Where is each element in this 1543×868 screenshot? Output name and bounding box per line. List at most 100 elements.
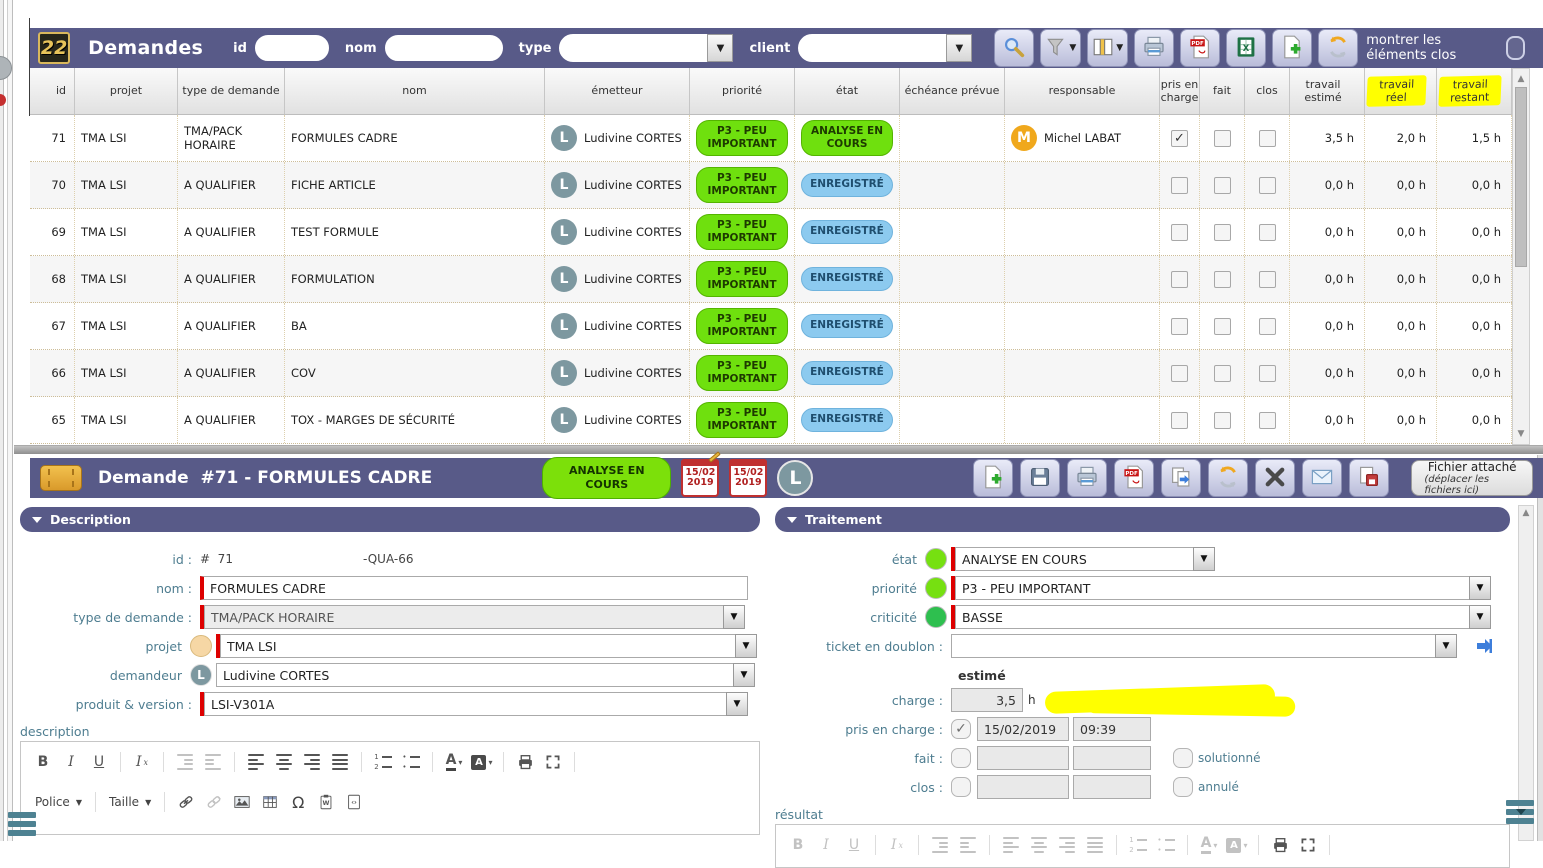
- maximize-icon[interactable]: [541, 750, 565, 774]
- scroll-up-icon[interactable]: ▲: [1513, 71, 1529, 87]
- refresh-button[interactable]: [1318, 29, 1358, 67]
- chevron-down-icon[interactable]: ▼: [723, 605, 745, 629]
- print-button[interactable]: [1134, 29, 1174, 67]
- align-right-icon[interactable]: [300, 750, 324, 774]
- text-color-icon[interactable]: A▾: [442, 750, 466, 774]
- new-item-button[interactable]: [1272, 29, 1312, 67]
- pris-checkbox[interactable]: ✓: [1171, 130, 1188, 147]
- underline-icon[interactable]: U: [842, 833, 866, 857]
- chevron-down-icon[interactable]: ▼: [735, 634, 757, 658]
- bullet-list-icon[interactable]: ••: [1154, 833, 1178, 857]
- col-nom[interactable]: nom: [285, 68, 545, 115]
- filter-nom-input[interactable]: [385, 35, 503, 61]
- col-clos[interactable]: clos: [1245, 68, 1290, 115]
- chevron-down-icon[interactable]: ▼: [733, 663, 755, 687]
- clos-date-input[interactable]: [977, 775, 1069, 799]
- solutionne-checkbox[interactable]: [1173, 748, 1193, 768]
- pdf-button[interactable]: PDF: [1114, 459, 1154, 497]
- col-responsable[interactable]: responsable: [1005, 68, 1160, 115]
- chevron-down-icon[interactable]: ▼: [946, 34, 972, 62]
- col-emetteur[interactable]: émetteur: [545, 68, 690, 115]
- excel-export-button[interactable]: X: [1226, 29, 1266, 67]
- clos-checkbox[interactable]: [951, 777, 971, 797]
- criticite-select[interactable]: BASSE ▼: [951, 605, 1491, 629]
- col-id[interactable]: id: [30, 68, 75, 115]
- fait-checkbox[interactable]: [1214, 271, 1231, 288]
- bullet-list-icon[interactable]: ••: [399, 750, 423, 774]
- pris-time-input[interactable]: [1073, 717, 1151, 741]
- col-echeance[interactable]: échéance prévue: [900, 68, 1005, 115]
- justify-icon[interactable]: [1083, 833, 1107, 857]
- filter-client-select[interactable]: ▼: [798, 34, 972, 62]
- print-icon[interactable]: [513, 750, 537, 774]
- clos-checkbox[interactable]: [1259, 271, 1276, 288]
- remove-format-icon[interactable]: Ix: [885, 833, 909, 857]
- fait-checkbox[interactable]: [1214, 224, 1231, 241]
- outdent-icon[interactable]: [956, 833, 980, 857]
- print-icon[interactable]: [1268, 833, 1292, 857]
- col-etat[interactable]: état: [795, 68, 900, 115]
- pdf-export-button[interactable]: PDF: [1180, 29, 1220, 67]
- fait-checkbox[interactable]: [1214, 130, 1231, 147]
- clos-checkbox[interactable]: [1259, 130, 1276, 147]
- fait-checkbox[interactable]: [1214, 365, 1231, 382]
- bg-color-icon[interactable]: A▾: [470, 750, 494, 774]
- description-editor[interactable]: B I U Ix 12 •• A▾ A▾ Police▼: [20, 741, 760, 835]
- col-travail-estime[interactable]: travail estimé: [1290, 68, 1365, 115]
- chevron-down-icon[interactable]: ▼: [726, 692, 748, 716]
- align-center-icon[interactable]: [1027, 833, 1051, 857]
- text-color-icon[interactable]: A▾: [1197, 833, 1221, 857]
- clos-checkbox[interactable]: [1259, 365, 1276, 382]
- table-icon[interactable]: [258, 790, 282, 814]
- show-closed-checkbox[interactable]: [1506, 36, 1525, 60]
- clos-checkbox[interactable]: [1259, 412, 1276, 429]
- chevron-down-icon[interactable]: ▼: [1435, 634, 1457, 658]
- clos-checkbox[interactable]: [1259, 224, 1276, 241]
- font-dropdown[interactable]: Police▼: [31, 795, 86, 809]
- col-fait[interactable]: fait: [1200, 68, 1245, 115]
- delete-button[interactable]: [1255, 459, 1295, 497]
- align-center-icon[interactable]: [272, 750, 296, 774]
- scroll-up-icon[interactable]: ▲: [1519, 508, 1533, 518]
- indent-icon[interactable]: [928, 833, 952, 857]
- demandeur-select[interactable]: Ludivine CORTES ▼: [216, 663, 755, 687]
- nom-input[interactable]: [200, 576, 748, 600]
- italic-icon[interactable]: I: [59, 750, 83, 774]
- description-section-header[interactable]: Description: [20, 507, 760, 532]
- chevron-down-icon[interactable]: ▼: [1469, 576, 1491, 600]
- pris-checkbox[interactable]: [1171, 365, 1188, 382]
- clos-time-input[interactable]: [1073, 775, 1151, 799]
- justify-icon[interactable]: [328, 750, 352, 774]
- export-copy-button[interactable]: [1349, 459, 1389, 497]
- table-row[interactable]: 70 TMA LSI A QUALIFIER FICHE ARTICLE LLu…: [30, 162, 1512, 209]
- source-icon[interactable]: ‹›: [342, 790, 366, 814]
- filter-id-input[interactable]: [255, 35, 329, 61]
- traitement-section-header[interactable]: Traitement: [775, 507, 1510, 532]
- panel-splitter[interactable]: [14, 445, 1543, 454]
- bold-icon[interactable]: B: [786, 833, 810, 857]
- detail-scrollbar[interactable]: ▲: [1518, 505, 1534, 841]
- align-left-icon[interactable]: [999, 833, 1023, 857]
- col-travail-restant[interactable]: travail restant: [1437, 68, 1512, 115]
- indent-icon[interactable]: [173, 750, 197, 774]
- underline-icon[interactable]: U: [87, 750, 111, 774]
- filter-type-select[interactable]: ▼: [559, 34, 733, 62]
- priorite-select[interactable]: P3 - PEU IMPORTANT ▼: [951, 576, 1491, 600]
- paste-word-icon[interactable]: W: [314, 790, 338, 814]
- pris-checkbox[interactable]: [1171, 412, 1188, 429]
- produit-select[interactable]: LSI-V301A ▼: [200, 692, 748, 716]
- etat-select[interactable]: ANALYSE EN COURS ▼: [951, 547, 1215, 571]
- pris-checkbox[interactable]: [1171, 318, 1188, 335]
- fait-checkbox[interactable]: [951, 748, 971, 768]
- table-row[interactable]: 71 TMA LSI TMA/PACK HORAIRE FORMULES CAD…: [30, 115, 1512, 162]
- remove-format-icon[interactable]: Ix: [130, 750, 154, 774]
- table-row[interactable]: 68 TMA LSI A QUALIFIER FORMULATION LLudi…: [30, 256, 1512, 303]
- goto-ticket-icon[interactable]: [1473, 636, 1495, 656]
- resize-grip[interactable]: [8, 812, 36, 836]
- fait-checkbox[interactable]: [1214, 318, 1231, 335]
- align-right-icon[interactable]: [1055, 833, 1079, 857]
- maximize-icon[interactable]: [1296, 833, 1320, 857]
- duplicate-button[interactable]: [1161, 459, 1201, 497]
- annule-checkbox[interactable]: [1173, 777, 1193, 797]
- italic-icon[interactable]: I: [814, 833, 838, 857]
